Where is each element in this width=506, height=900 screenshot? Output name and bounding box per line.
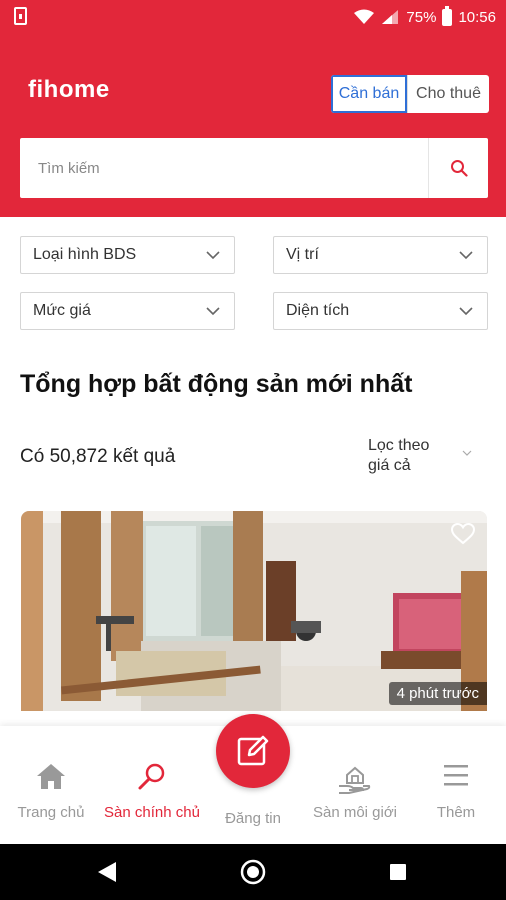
battery-percent: 75% xyxy=(406,8,437,26)
recents-icon[interactable] xyxy=(389,863,407,881)
signal-icon xyxy=(382,10,399,24)
listing-photo xyxy=(21,511,487,711)
search-input[interactable] xyxy=(20,138,428,198)
home-circle-icon[interactable] xyxy=(240,859,266,885)
chevron-down-icon xyxy=(459,307,473,316)
location-select[interactable]: Vị trí xyxy=(273,236,488,274)
nav-more-label: Thêm xyxy=(436,804,476,821)
nav-home-label: Trang chủ xyxy=(17,804,85,821)
sim-icon xyxy=(14,7,27,25)
nav-broker-market-label: Sàn môi giới xyxy=(312,804,398,821)
search-icon xyxy=(450,160,468,177)
listing-mode-toggle: Cần bán Cho thuê xyxy=(331,75,489,113)
edit-icon xyxy=(237,735,269,766)
search-bar xyxy=(20,138,488,198)
area-label: Diện tích xyxy=(286,302,350,319)
chevron-down-icon xyxy=(206,307,220,316)
menu-icon xyxy=(444,765,468,786)
search-button[interactable] xyxy=(428,138,488,198)
area-select[interactable]: Diện tích xyxy=(273,292,488,330)
status-bar: 75% 10:56 xyxy=(0,0,506,34)
home-icon xyxy=(37,764,65,789)
result-count: Có 50,872 kết quả xyxy=(20,446,176,467)
listing-card[interactable]: 4 phút trước xyxy=(21,511,487,711)
post-listing-button[interactable] xyxy=(216,714,290,788)
chevron-down-icon xyxy=(462,450,472,456)
property-type-select[interactable]: Loại hình BDS xyxy=(20,236,235,274)
nav-post[interactable]: Đăng tin xyxy=(203,714,303,844)
app-header: fihome Cần bán Cho thuê xyxy=(0,34,506,217)
price-select[interactable]: Mức giá xyxy=(20,292,235,330)
clock: 10:56 xyxy=(458,8,496,26)
sort-label-line2: giá cả xyxy=(368,457,411,474)
bottom-navigation: Trang chủ Sàn chính chủ Đăng tin Sàn môi… xyxy=(0,714,506,844)
nav-more[interactable]: Thêm xyxy=(406,726,506,844)
status-icons: 75% 10:56 xyxy=(354,5,496,28)
property-type-label: Loại hình BDS xyxy=(33,246,137,263)
magnifier-icon xyxy=(138,763,165,790)
fihome-logo[interactable]: fihome xyxy=(28,76,110,104)
chevron-down-icon xyxy=(459,251,473,260)
sort-by-price-select[interactable]: Lọc theo giá cả xyxy=(368,436,478,476)
wifi-icon xyxy=(354,9,375,24)
nav-broker-market[interactable]: Sàn môi giới xyxy=(305,726,405,844)
battery-icon xyxy=(442,5,453,26)
section-title: Tổng hợp bất động sản mới nhất xyxy=(20,370,413,398)
hand-house-icon xyxy=(339,766,371,794)
location-label: Vị trí xyxy=(286,246,319,263)
heart-icon[interactable] xyxy=(451,523,475,545)
price-label: Mức giá xyxy=(33,302,91,319)
system-navigation-bar xyxy=(0,844,506,900)
nav-post-label: Đăng tin xyxy=(225,810,281,827)
nav-owner-market[interactable]: Sàn chính chủ xyxy=(102,726,202,844)
back-icon[interactable] xyxy=(96,861,118,883)
chevron-down-icon xyxy=(206,251,220,260)
sell-toggle-button[interactable]: Cần bán xyxy=(331,75,407,113)
nav-owner-market-label: Sàn chính chủ xyxy=(104,804,200,821)
nav-home[interactable]: Trang chủ xyxy=(1,726,101,844)
rent-toggle-button[interactable]: Cho thuê xyxy=(407,75,489,113)
listing-time-badge: 4 phút trước xyxy=(388,682,487,705)
